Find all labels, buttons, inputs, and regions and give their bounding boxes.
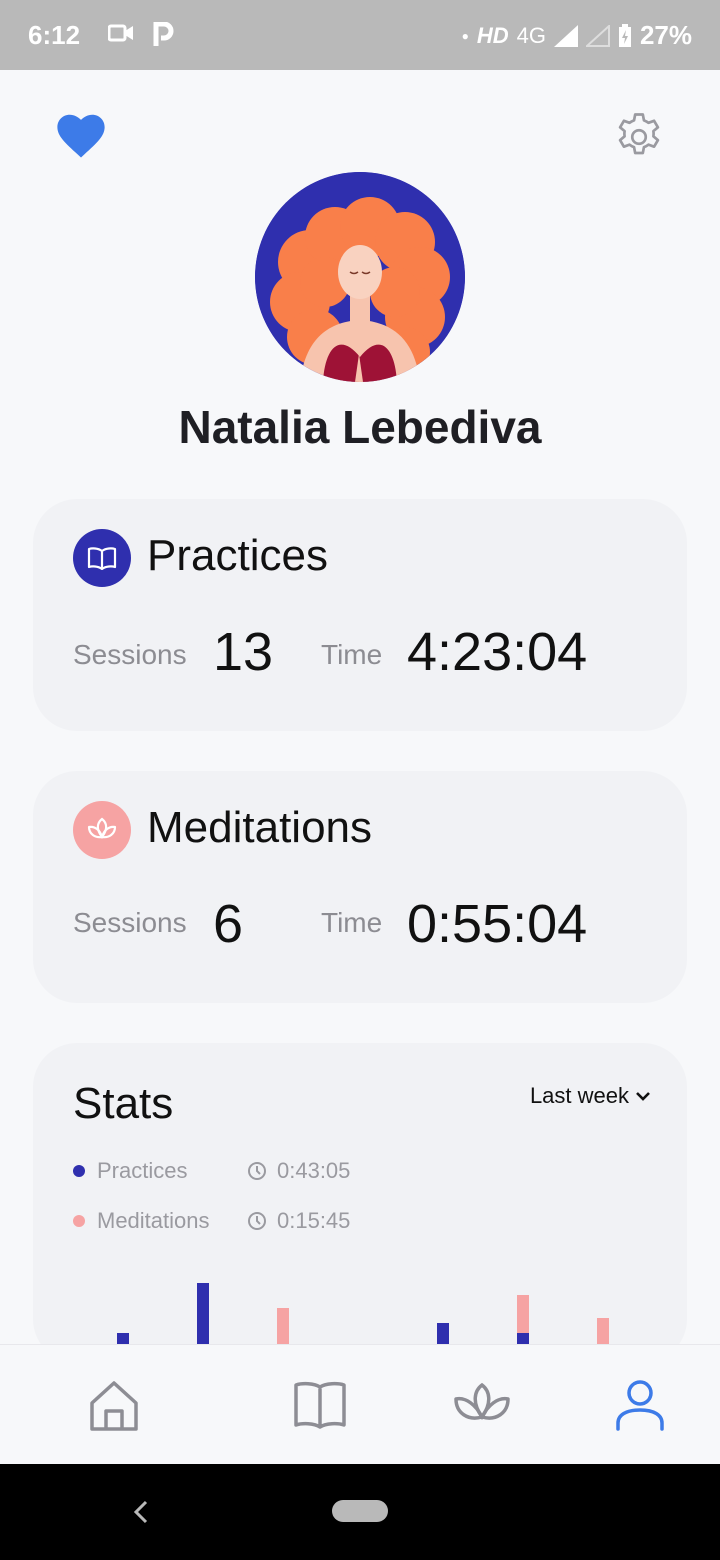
battery-level: 27% [639, 20, 692, 50]
home-icon[interactable] [84, 1375, 144, 1435]
video-call-icon [108, 24, 133, 42]
practices-sessions-value: 13 [213, 622, 274, 682]
clock-icon [248, 1212, 266, 1230]
bar-meditations-2 [277, 1308, 289, 1348]
legend-dot [73, 1165, 85, 1177]
legend-name: Practices [97, 1158, 188, 1183]
status-bar: 6:12 ● HD 4G 27% [0, 0, 720, 70]
meditations-time-value: 0:55:04 [407, 894, 588, 954]
clock-icon [248, 1162, 266, 1180]
meditations-title: Meditations [147, 803, 373, 852]
lotus-icon [73, 801, 131, 859]
legend-meditations: Meditations 0:15:45 [73, 1206, 350, 1236]
period-dropdown[interactable]: Last week [530, 1083, 651, 1109]
chevron-down-icon [636, 1092, 650, 1101]
legend-dot [73, 1215, 85, 1227]
stats-card: Stats Last week Practices 0:43:05 Medita… [33, 1043, 687, 1363]
practices-time-label: Time [321, 639, 383, 670]
legend-time-value: 0:15:45 [277, 1208, 351, 1233]
signal-type: 4G [516, 22, 546, 48]
user-name: Natalia Lebediva [178, 401, 542, 453]
practices-card[interactable]: Practices Sessions 13 Time 4:23:04 [33, 499, 687, 731]
practices-sessions-label: Sessions [73, 639, 187, 670]
book-nav-icon[interactable] [290, 1375, 350, 1435]
signal-icon [553, 24, 578, 47]
legend-time-value: 0:43:05 [277, 1158, 351, 1183]
legend-practices: Practices 0:43:05 [73, 1156, 350, 1186]
back-icon[interactable] [126, 1494, 156, 1530]
stats-title: Stats [73, 1079, 174, 1128]
bottom-navigation [0, 1344, 720, 1464]
bar-meditations-5 [517, 1295, 529, 1333]
legend-time: 0:15:45 [247, 1208, 350, 1234]
bar-practices-1 [197, 1283, 209, 1348]
battery-icon [618, 23, 631, 47]
book-icon [73, 529, 131, 587]
profile-icon[interactable] [610, 1375, 670, 1435]
status-right: ● HD 4G 27% [462, 20, 692, 51]
status-time: 6:12 [28, 20, 81, 50]
network-type: HD [476, 22, 509, 48]
meditations-sessions-label: Sessions [73, 907, 187, 938]
lotus-nav-icon[interactable] [452, 1375, 512, 1435]
practices-title: Practices [147, 531, 328, 580]
parking-icon [153, 22, 174, 46]
legend-time: 0:43:05 [247, 1158, 350, 1184]
legend-name: Meditations [97, 1208, 210, 1233]
home-pill-button[interactable] [332, 1500, 388, 1522]
signal-empty-icon [585, 24, 610, 47]
meditations-sessions-value: 6 [213, 894, 244, 954]
dot-icon: ● [461, 28, 469, 43]
heart-icon[interactable] [54, 110, 108, 160]
practices-time-value: 4:23:04 [407, 622, 588, 682]
meditations-time-label: Time [321, 907, 383, 938]
avatar-illustration [255, 172, 465, 382]
avatar[interactable] [255, 172, 465, 382]
settings-gear-icon[interactable] [612, 110, 666, 164]
period-label: Last week [529, 1083, 629, 1108]
meditations-card[interactable]: Meditations Sessions 6 Time 0:55:04 [33, 771, 687, 1003]
